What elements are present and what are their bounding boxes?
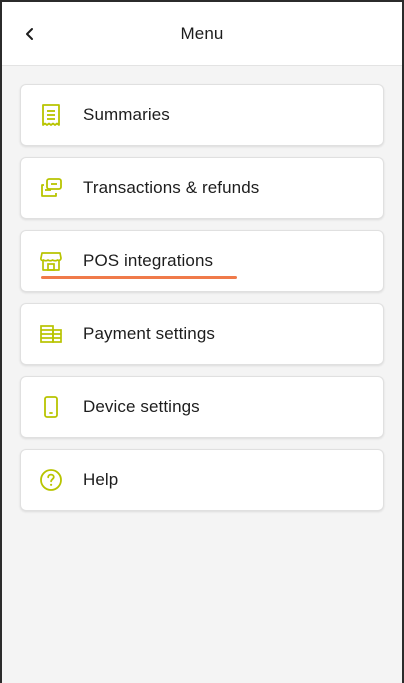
receipt-icon	[42, 104, 60, 126]
menu-item-label: Device settings	[83, 397, 200, 416]
menu-item-help[interactable]: Help	[20, 449, 384, 511]
menu-item-label: Payment settings	[83, 324, 215, 343]
menu-item-label: Summaries	[83, 105, 170, 124]
menu-item-device-settings[interactable]: Device settings	[20, 376, 384, 438]
page-title: Menu	[180, 24, 224, 43]
menu-item-pos-integrations[interactable]: POS integrations	[20, 230, 384, 292]
phone-icon	[44, 396, 58, 418]
question-circle-icon	[40, 469, 62, 491]
menu-item-label: POS integrations	[83, 251, 214, 270]
menu-item-summaries[interactable]: Summaries	[20, 84, 384, 146]
stacked-cards-icon	[40, 325, 62, 343]
menu-item-transactions-refunds[interactable]: Transactions & refunds	[20, 157, 384, 219]
cards-icon	[41, 178, 62, 197]
menu-item-label: Help	[83, 470, 119, 489]
menu-item-payment-settings[interactable]: Payment settings	[20, 303, 384, 365]
app-screen: Menu Summaries Transactions & refunds PO…	[2, 2, 402, 683]
menu-item-label: Transactions & refunds	[83, 178, 260, 197]
menu-list: Summaries Transactions & refunds POS int…	[20, 84, 384, 522]
storefront-icon	[40, 252, 62, 271]
highlight-underline	[41, 276, 237, 279]
top-bar: Menu	[2, 2, 402, 66]
